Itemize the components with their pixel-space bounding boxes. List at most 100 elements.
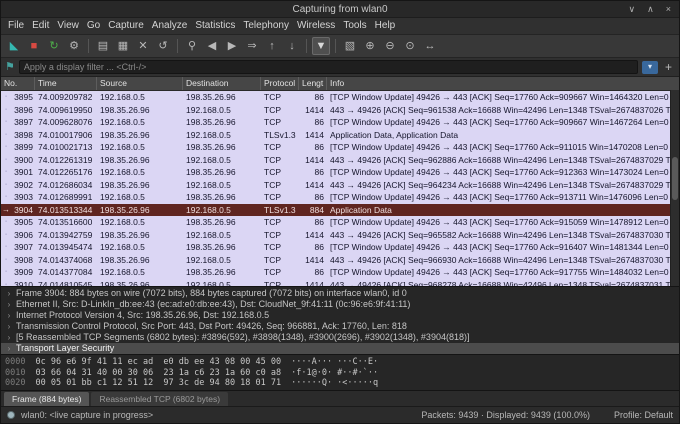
detail-line[interactable]: ›Transport Layer Security [1, 343, 679, 354]
detail-line[interactable]: ›Frame 3904: 884 bytes on wire (7072 bit… [1, 288, 679, 299]
hex-row[interactable]: 001003 66 04 31 40 00 30 06 23 1a c6 23 … [5, 368, 675, 379]
expander-icon[interactable]: › [5, 299, 13, 310]
col-info: 443 → 49426 [ACK] Seq=966930 Ack=16688 W… [327, 254, 679, 267]
byte-tab[interactable]: Frame (884 bytes) [4, 392, 89, 406]
filter-bookmark-icon[interactable]: ⚑ [5, 62, 15, 73]
scrollbar-thumb[interactable] [672, 157, 678, 200]
packet-row[interactable]: ·389674.009619950198.35.26.96192.168.0.5… [1, 104, 679, 117]
col-no: 3909 [11, 266, 35, 279]
maximize-button[interactable]: ∧ [647, 5, 654, 14]
column-header-time[interactable]: Time [35, 77, 97, 90]
col-destination: 192.168.0.5 [183, 279, 261, 287]
packet-row[interactable]: ·390174.012265176192.168.0.5198.35.26.96… [1, 166, 679, 179]
open-file-icon[interactable]: ▤ [94, 37, 112, 55]
go-to-packet-icon[interactable]: ⇒ [243, 37, 261, 55]
column-header-info[interactable]: Info [327, 77, 679, 90]
colorize-packets-icon[interactable]: ▧ [341, 37, 359, 55]
stop-capture-icon[interactable]: ■ [25, 37, 43, 55]
profile-label[interactable]: Profile: Default [614, 410, 673, 420]
col-destination: 198.35.26.96 [183, 241, 261, 254]
packet-list-scrollbar[interactable] [670, 90, 679, 286]
auto-scroll-icon[interactable]: ▼ [312, 37, 330, 55]
col-time: 74.013513344 [35, 204, 97, 217]
zoom-in-icon[interactable]: ⊕ [361, 37, 379, 55]
capture-options-icon[interactable]: ⚙ [65, 37, 83, 55]
column-header-destination[interactable]: Destination [183, 77, 261, 90]
menu-item-go[interactable]: Go [83, 18, 104, 34]
zoom-out-icon[interactable]: ⊖ [381, 37, 399, 55]
col-info: [TCP Window Update] 49426 → 443 [ACK] Se… [327, 141, 679, 154]
detail-line[interactable]: ›Transmission Control Protocol, Src Port… [1, 321, 679, 332]
packet-row[interactable]: ·390274.012686034198.35.26.96192.168.0.5… [1, 179, 679, 192]
expert-info-icon[interactable] [7, 411, 15, 419]
save-file-icon[interactable]: ▦ [114, 37, 132, 55]
packet-row[interactable]: ·390774.013945474192.168.0.5198.35.26.96… [1, 241, 679, 254]
col-info: 443 → 49426 [ACK] Seq=964234 Ack=16688 W… [327, 179, 679, 192]
main-toolbar: ◣■↻⚙ ▤▦✕↺ ⚲◀▶⇒↑↓ ▼ ▧⊕⊖⊙↔ [1, 35, 679, 58]
packet-list-header: No.TimeSourceDestinationProtocolLengtInf… [1, 77, 679, 91]
menu-item-file[interactable]: File [4, 18, 28, 34]
detail-line[interactable]: ›[5 Reassembled TCP Segments (6802 bytes… [1, 332, 679, 343]
expander-icon[interactable]: › [5, 343, 13, 354]
minimize-button[interactable]: ∨ [629, 5, 636, 14]
menu-item-analyze[interactable]: Analyze [148, 18, 192, 34]
expander-icon[interactable]: › [5, 321, 13, 332]
column-header-lengt[interactable]: Lengt [299, 77, 327, 90]
packet-row[interactable]: ·390974.014377084192.168.0.5198.35.26.96… [1, 266, 679, 279]
zoom-normal-icon[interactable]: ⊙ [401, 37, 419, 55]
go-last-packet-icon[interactable]: ↓ [283, 37, 301, 55]
menu-item-statistics[interactable]: Statistics [191, 18, 239, 34]
menu-item-wireless[interactable]: Wireless [293, 18, 339, 34]
packet-row[interactable]: ·389874.010017906198.35.26.96192.168.0.5… [1, 129, 679, 142]
column-header-no[interactable]: No. [1, 77, 35, 90]
expander-icon[interactable]: › [5, 310, 13, 321]
resize-columns-icon[interactable]: ↔ [421, 37, 439, 55]
col-time: 74.009628076 [35, 116, 97, 129]
col-time: 74.013945474 [35, 241, 97, 254]
go-back-icon[interactable]: ◀ [203, 37, 221, 55]
expander-icon[interactable]: › [5, 332, 13, 343]
menu-item-view[interactable]: View [53, 18, 83, 34]
start-capture-icon[interactable]: ◣ [5, 37, 23, 55]
packet-row[interactable]: ·390574.013516600192.168.0.5198.35.26.96… [1, 216, 679, 229]
expander-icon[interactable]: › [5, 288, 13, 299]
menu-item-tools[interactable]: Tools [339, 18, 370, 34]
detail-line[interactable]: ›Internet Protocol Version 4, Src: 198.3… [1, 310, 679, 321]
packet-row[interactable]: ·390074.012261319198.35.26.96192.168.0.5… [1, 154, 679, 167]
col-time: 74.010017906 [35, 129, 97, 142]
close-button[interactable]: × [666, 5, 671, 14]
menu-item-telephony[interactable]: Telephony [239, 18, 293, 34]
column-header-source[interactable]: Source [97, 77, 183, 90]
packet-row[interactable]: ·390874.014374068198.35.26.96192.168.0.5… [1, 254, 679, 267]
column-header-protocol[interactable]: Protocol [261, 77, 299, 90]
display-filter-input[interactable] [19, 60, 638, 74]
filter-dropdown-icon[interactable]: ▾ [642, 61, 658, 74]
packet-row[interactable]: ·389574.009209782192.168.0.5198.35.26.96… [1, 91, 679, 104]
col-time: 74.013942759 [35, 229, 97, 242]
col-length: 86 [299, 216, 327, 229]
hex-row[interactable]: 002000 05 01 bb c1 12 51 12 97 3c de 94 … [5, 378, 675, 389]
menu-item-edit[interactable]: Edit [28, 18, 53, 34]
packet-row[interactable]: →390474.013513344198.35.26.96192.168.0.5… [1, 204, 679, 217]
packet-row[interactable]: ·389974.010021713192.168.0.5198.35.26.96… [1, 141, 679, 154]
col-protocol: TCP [261, 254, 299, 267]
detail-line[interactable]: ›Ethernet II, Src: D-LinkIn_db:ee:43 (ec… [1, 299, 679, 310]
packet-row[interactable]: ·391074.014810545198.35.26.96192.168.0.5… [1, 279, 679, 287]
menu-item-capture[interactable]: Capture [104, 18, 148, 34]
packet-row[interactable]: ·390374.012689991192.168.0.5198.35.26.96… [1, 191, 679, 204]
packet-row[interactable]: ·390674.013942759198.35.26.96192.168.0.5… [1, 229, 679, 242]
reload-file-icon[interactable]: ↺ [154, 37, 172, 55]
packet-row[interactable]: ·389774.009628076192.168.0.5198.35.26.96… [1, 116, 679, 129]
go-forward-icon[interactable]: ▶ [223, 37, 241, 55]
hex-bytes: 03 66 04 31 40 00 30 06 23 1a c6 23 1a 6… [35, 368, 281, 379]
byte-tab[interactable]: Reassembled TCP (6802 bytes) [91, 392, 228, 406]
col-no: 3902 [11, 179, 35, 192]
menu-item-help[interactable]: Help [371, 18, 400, 34]
close-file-icon[interactable]: ✕ [134, 37, 152, 55]
add-filter-button[interactable]: + [662, 61, 675, 73]
hex-row[interactable]: 00000c 96 e6 9f 41 11 ec ad e0 db ee 43 … [5, 357, 675, 368]
title-bar[interactable]: Capturing from wlan0 ∨∧× [1, 1, 679, 18]
restart-capture-icon[interactable]: ↻ [45, 37, 63, 55]
find-packet-icon[interactable]: ⚲ [183, 37, 201, 55]
go-first-packet-icon[interactable]: ↑ [263, 37, 281, 55]
